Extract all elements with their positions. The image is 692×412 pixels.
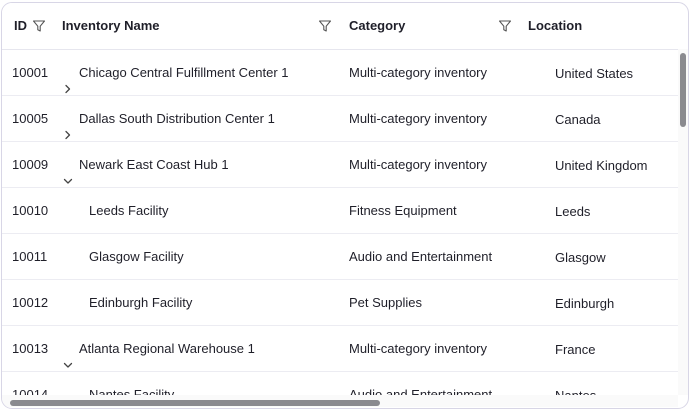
cell-location: United States [527,50,633,95]
horizontal-scrollbar-thumb[interactable] [10,400,380,406]
inventory-name-text: Edinburgh Facility [89,295,193,310]
column-header-location[interactable]: Location [528,3,582,49]
inventory-name-text: Atlanta Regional Warehouse 1 [79,341,255,356]
cell-category: Multi-category inventory [349,65,487,80]
cell-inventory-name: Leeds Facility [62,188,168,233]
location-text: France [555,342,596,358]
inventory-treegrid: ID Inventory Name Category Location 1000… [1,2,689,409]
cell-category: Fitness Equipment [349,203,457,218]
cell-inventory-name: Atlanta Regional Warehouse 1 [62,326,255,371]
chevron-down-icon[interactable] [62,160,74,184]
column-header-inventory-name-label: Inventory Name [62,18,160,33]
cell-category: Multi-category inventory [349,157,487,172]
inventory-name-text: Leeds Facility [89,203,169,218]
cell-location: France [527,326,595,371]
grid-body: 10001 Chicago Central Fulfillment Center … [2,50,678,408]
flag-uk-icon [527,205,546,219]
chevron-right-icon[interactable] [62,68,74,93]
cell-location: Glasgow [527,234,606,279]
flag-uk-icon [527,251,546,265]
column-header-id-label: ID [14,18,27,33]
cell-id: 10001 [12,65,49,80]
location-text: United Kingdom [555,158,648,174]
cell-id: 10010 [12,203,49,218]
filter-icon[interactable] [498,19,512,33]
location-text: Leeds [555,204,591,220]
cell-category: Audio and Entertainment [349,249,493,264]
table-row[interactable]: 10011 Glasgow Facility Audio and Entertain… [2,234,678,280]
table-row[interactable]: 10013 Atlanta Regional Warehouse 1 Multi-c… [2,326,678,372]
table-row[interactable]: 10010 Leeds Facility Fitness Equipment Leed… [2,188,678,234]
cell-category: Multi-category inventory [349,111,487,126]
column-header-category[interactable]: Category [349,3,405,49]
horizontal-scrollbar[interactable] [2,395,678,407]
cell-id: 10013 [12,341,49,356]
cell-category: Multi-category inventory [349,341,487,356]
column-header-category-label: Category [349,18,406,33]
cell-id: 10012 [12,295,49,310]
flag-ca-icon [527,113,546,126]
table-row[interactable]: 10001 Chicago Central Fulfillment Center … [2,50,678,96]
cell-inventory-name: Glasgow Facility [62,234,184,279]
flag-uk-icon [527,159,546,173]
grid-header: ID Inventory Name Category Location [2,3,678,50]
inventory-name-text: Chicago Central Fulfillment Center 1 [79,65,289,80]
chevron-right-icon[interactable] [62,114,74,139]
inventory-name-text: Glasgow Facility [89,249,184,264]
flag-uk-icon [527,297,546,311]
cell-inventory-name: Newark East Coast Hub 1 [62,142,229,187]
cell-inventory-name: Edinburgh Facility [62,280,192,325]
cell-location: Edinburgh [527,280,614,325]
location-text: Edinburgh [555,296,615,312]
flag-us-icon [527,67,546,80]
vertical-scrollbar-thumb[interactable] [680,53,686,127]
location-text: United States [555,66,634,82]
cell-id: 10009 [12,157,49,172]
chevron-down-icon[interactable] [62,344,74,368]
cell-inventory-name: Chicago Central Fulfillment Center 1 [62,50,289,95]
cell-location: Leeds [527,188,590,233]
flag-fr-icon [527,343,546,356]
inventory-name-text: Newark East Coast Hub 1 [79,157,229,172]
location-text: Canada [555,112,601,128]
column-header-inventory-name[interactable]: Inventory Name [62,3,160,49]
filter-icon[interactable] [318,19,332,33]
column-header-location-label: Location [528,18,583,33]
table-row[interactable]: 10005 Dallas South Distribution Center 1 M… [2,96,678,142]
location-text: Glasgow [555,250,606,266]
cell-location: Canada [527,96,601,141]
cell-inventory-name: Dallas South Distribution Center 1 [62,96,275,141]
table-row[interactable]: 10009 Newark East Coast Hub 1 Multi-catego… [2,142,678,188]
column-header-id[interactable]: ID [14,3,27,49]
cell-id: 10011 [12,249,48,264]
filter-icon[interactable] [32,19,46,33]
cell-location: United Kingdom [527,142,648,187]
vertical-scrollbar[interactable] [678,49,688,395]
table-row[interactable]: 10012 Edinburgh Facility Pet Supplies Edinb… [2,280,678,326]
cell-id: 10005 [12,111,49,126]
cell-category: Pet Supplies [349,295,422,310]
inventory-name-text: Dallas South Distribution Center 1 [79,111,275,126]
